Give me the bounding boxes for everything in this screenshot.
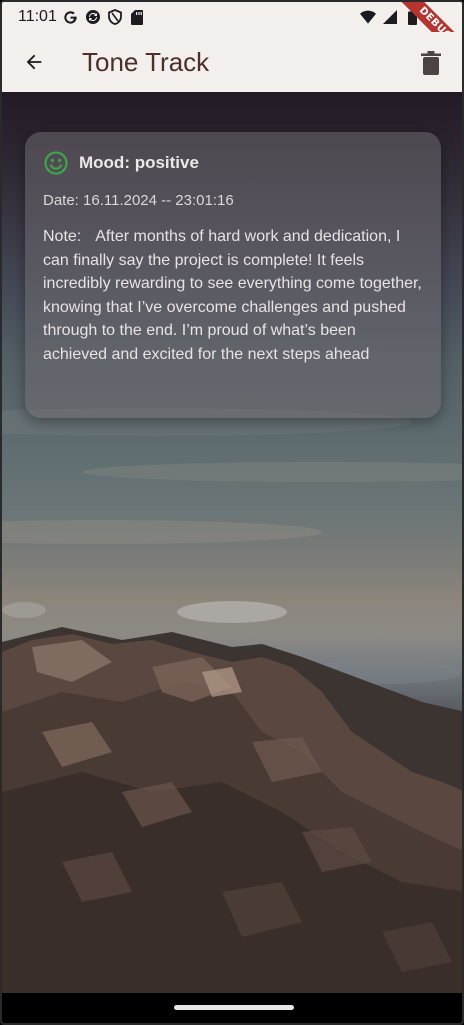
status-icons-left bbox=[63, 9, 145, 25]
back-button[interactable] bbox=[4, 32, 64, 92]
shield-icon bbox=[107, 9, 123, 25]
google-icon bbox=[63, 9, 79, 25]
sd-card-icon bbox=[129, 9, 145, 25]
status-bar: 11:01 DEBUG bbox=[2, 2, 462, 69]
device-frame: 11:01 DEBUG Tone Track Mood: positive Da… bbox=[0, 0, 464, 1025]
trash-icon bbox=[421, 51, 441, 75]
home-gesture-handle[interactable] bbox=[174, 1005, 294, 1010]
cell-signal-icon bbox=[382, 9, 398, 25]
mood-label: Mood: positive bbox=[79, 153, 199, 172]
system-navigation-bar bbox=[2, 993, 462, 1023]
arrow-back-icon bbox=[26, 54, 42, 70]
wifi-icon bbox=[360, 9, 376, 25]
sync-icon bbox=[85, 9, 101, 25]
mood-row: Mood: positive bbox=[43, 150, 423, 176]
app-bar: Tone Track bbox=[2, 32, 462, 92]
status-time: 11:01 bbox=[18, 8, 57, 25]
entry-note: Note: After months of hard work and dedic… bbox=[43, 225, 423, 366]
smiley-icon bbox=[43, 150, 69, 176]
note-text: After months of hard work and dedication… bbox=[43, 228, 422, 363]
page-title: Tone Track bbox=[82, 46, 210, 77]
delete-button[interactable] bbox=[414, 46, 448, 80]
mood-entry-card: Mood: positive Date: 16.11.2024 -- 23:01… bbox=[25, 132, 441, 418]
note-label: Note: bbox=[43, 228, 82, 245]
entry-date: Date: 16.11.2024 -- 23:01:16 bbox=[43, 192, 234, 209]
